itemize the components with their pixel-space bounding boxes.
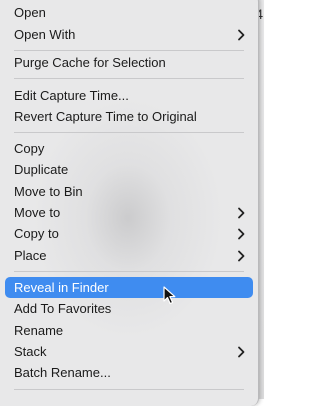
- menu-item-label: Move to Bin: [14, 184, 83, 199]
- menu-separator: [14, 389, 244, 390]
- menu-item-label: Purge Cache for Selection: [14, 55, 166, 70]
- menu-item-revert-capture-time[interactable]: Revert Capture Time to Original: [5, 106, 253, 127]
- menu-separator: [14, 132, 244, 133]
- menu-item-label: Open: [14, 5, 46, 20]
- menu-item-add-to-favorites[interactable]: Add To Favorites: [5, 298, 253, 319]
- chevron-right-icon: [238, 207, 245, 219]
- menu-item-edit-capture-time[interactable]: Edit Capture Time...: [5, 85, 253, 106]
- menu-item-label: Duplicate: [14, 162, 69, 177]
- menu-item-place[interactable]: Place: [5, 245, 253, 266]
- menu-item-copy-to[interactable]: Copy to: [5, 223, 253, 244]
- menu-item-label: Revert Capture Time to Original: [14, 109, 197, 124]
- menu-item-reveal-in-finder[interactable]: Reveal in Finder: [5, 277, 253, 298]
- menu-item-rename[interactable]: Rename: [5, 320, 253, 341]
- menu-item-move-to[interactable]: Move to: [5, 202, 253, 223]
- menu-item-label: Place: [14, 248, 47, 263]
- menu-separator: [14, 271, 244, 272]
- context-menu: Open Open With Purge Cache for Selection…: [0, 0, 259, 406]
- menu-item-stack[interactable]: Stack: [5, 341, 253, 362]
- menu-item-label: Copy: [14, 141, 45, 156]
- menu-item-label: Open With: [14, 27, 76, 42]
- menu-item-batch-rename[interactable]: Batch Rename...: [5, 362, 253, 383]
- menu-item-label: Move to: [14, 205, 61, 220]
- chevron-right-icon: [238, 346, 245, 358]
- chevron-right-icon: [238, 29, 245, 41]
- menu-item-open-with[interactable]: Open With: [5, 24, 253, 45]
- mouse-pointer-icon: [163, 286, 176, 305]
- menu-item-copy[interactable]: Copy: [5, 138, 253, 159]
- menu-item-label: Batch Rename...: [14, 365, 111, 380]
- chevron-right-icon: [238, 250, 245, 262]
- menu-item-move-to-bin[interactable]: Move to Bin: [5, 181, 253, 202]
- menu-separator: [14, 78, 244, 79]
- chevron-right-icon: [238, 228, 245, 240]
- menu-item-open[interactable]: Open: [5, 2, 253, 23]
- menu-item-label: Rename: [14, 323, 64, 338]
- menu-separator: [14, 50, 244, 51]
- menu-item-purge-cache[interactable]: Purge Cache for Selection: [5, 52, 253, 73]
- menu-item-label: Reveal in Finder: [14, 280, 109, 295]
- menu-item-label: Stack: [14, 344, 47, 359]
- menu-item-duplicate[interactable]: Duplicate: [5, 159, 253, 180]
- menu-item-label: Add To Favorites: [14, 301, 112, 316]
- menu-item-label: Copy to: [14, 226, 59, 241]
- menu-item-label: Edit Capture Time...: [14, 88, 129, 103]
